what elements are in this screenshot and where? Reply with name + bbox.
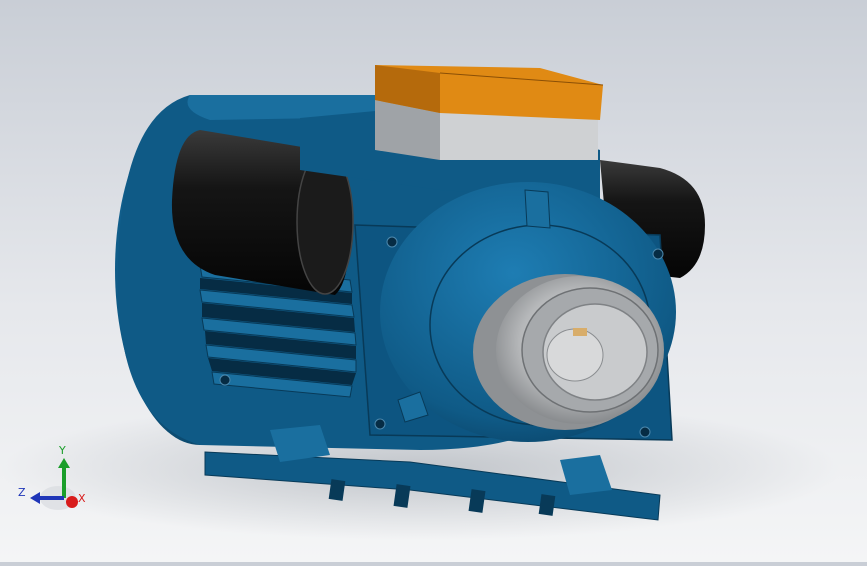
3d-viewport[interactable] [0, 0, 867, 562]
shaft [546, 328, 604, 382]
front-tab-top [524, 189, 551, 229]
z-axis-label: Z [18, 486, 26, 499]
x-axis-dot [66, 496, 78, 508]
y-axis-label: Y [58, 444, 66, 457]
motor-model[interactable] [0, 0, 867, 562]
axis-triad: Y Z X [14, 440, 94, 520]
shaft-key [573, 328, 587, 336]
x-axis-label: X [78, 492, 86, 505]
